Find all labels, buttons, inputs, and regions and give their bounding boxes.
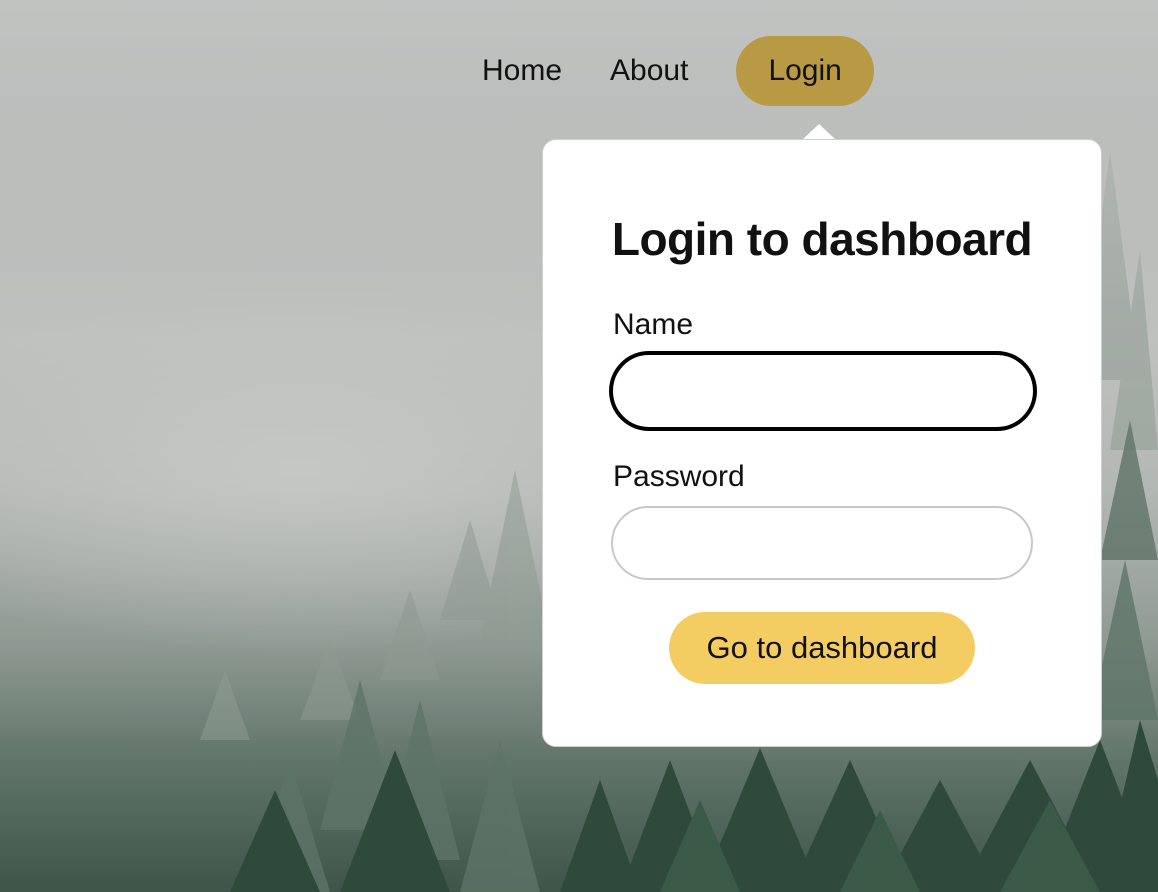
page: Home About Login Login to dashboard Name… [0,0,1158,892]
go-to-dashboard-button[interactable]: Go to dashboard [669,612,975,684]
nav-login-link[interactable]: Login [736,36,874,106]
password-input[interactable] [611,506,1033,580]
nav-about-link[interactable]: About [586,36,712,106]
login-form-title: Login to dashboard [611,213,1033,265]
password-label: Password [613,460,745,493]
name-input[interactable] [609,351,1037,431]
popover-arrow [802,124,836,140]
top-navigation: Home About Login [458,36,874,106]
nav-home-link[interactable]: Home [458,36,586,106]
login-popover: Login to dashboard Name Password Go to d… [542,139,1102,747]
name-label: Name [613,308,694,341]
